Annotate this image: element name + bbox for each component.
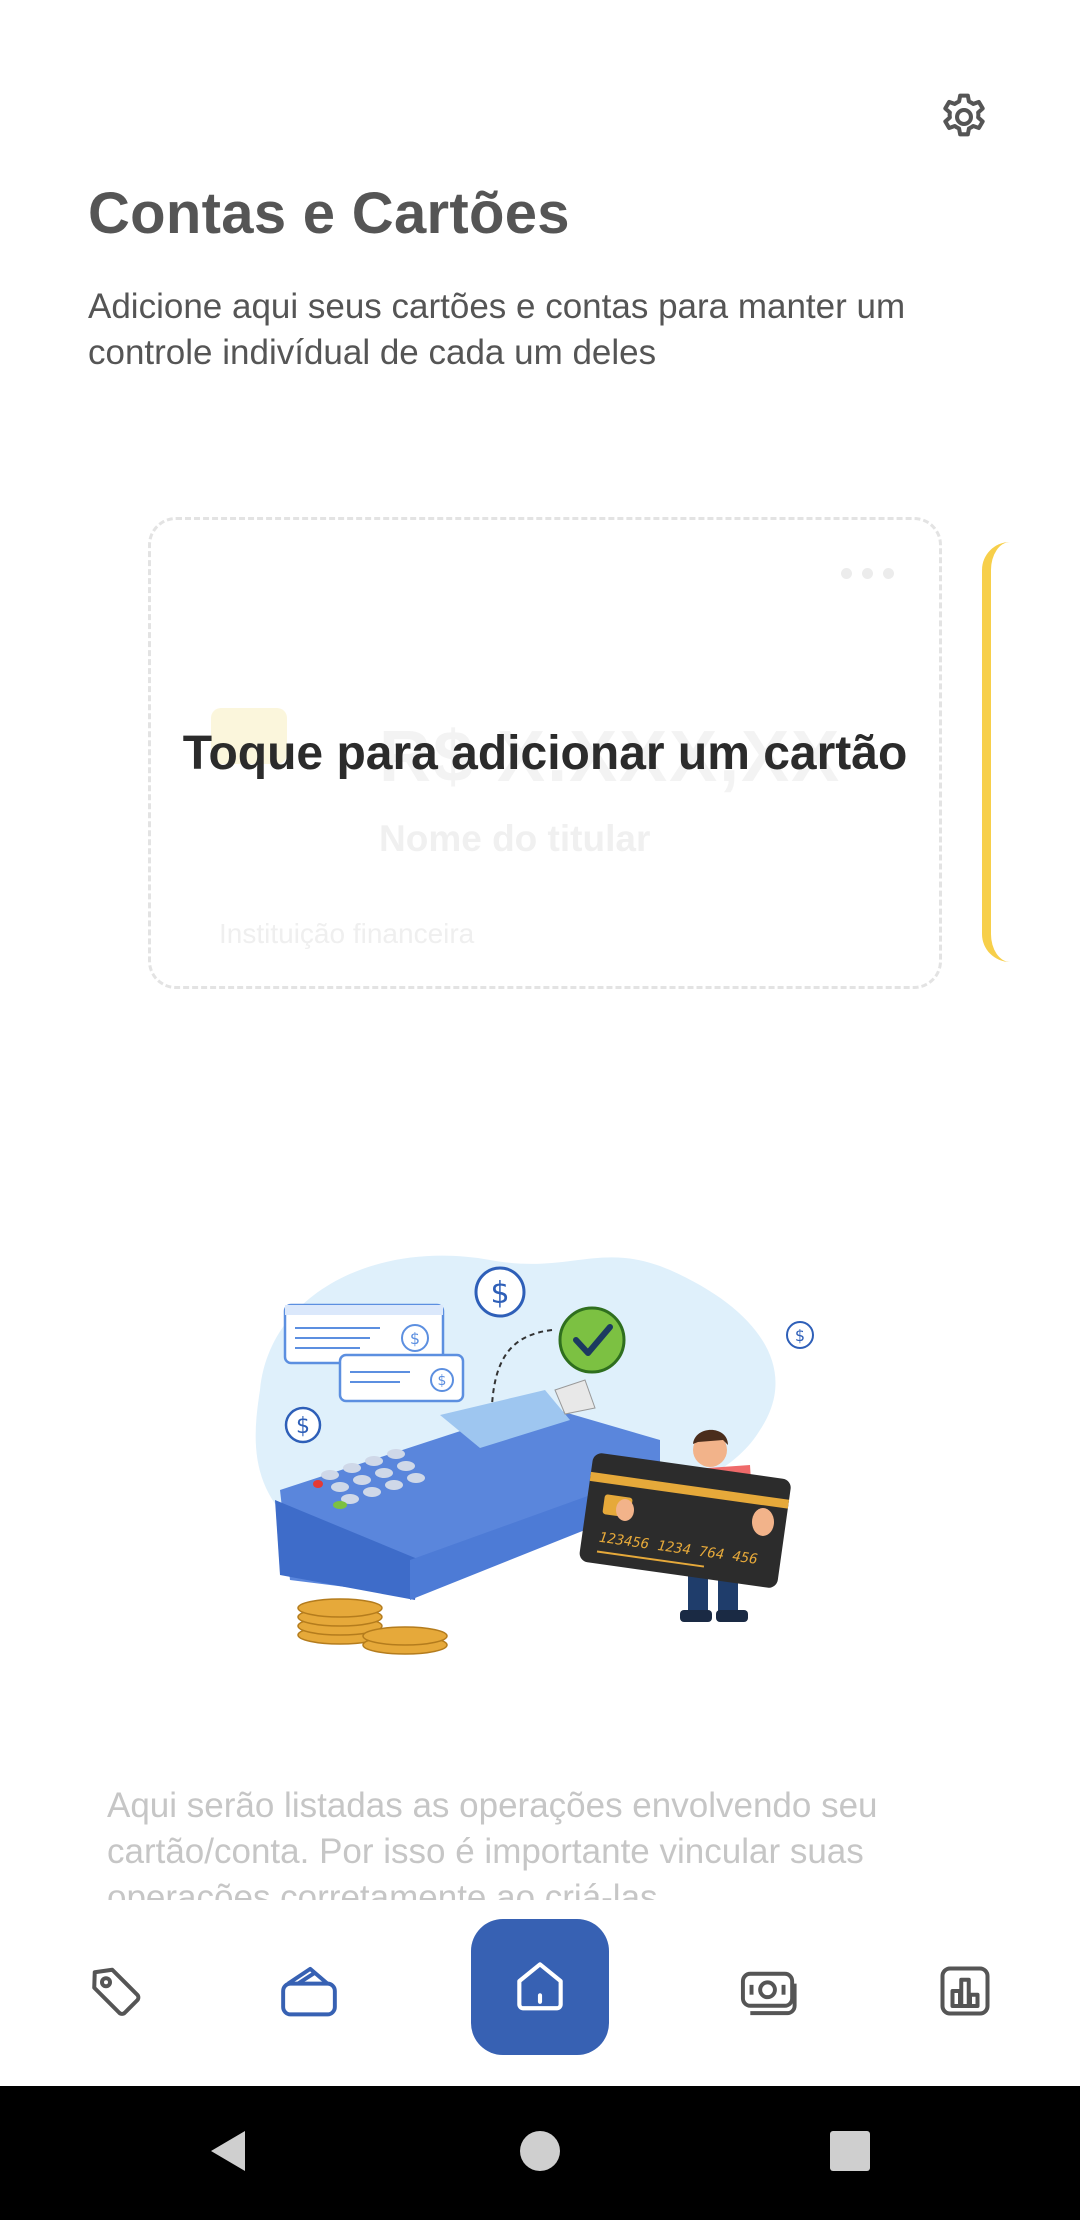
tag-icon xyxy=(86,1961,146,2026)
system-nav-bar xyxy=(0,2086,1080,2220)
svg-text:$: $ xyxy=(490,1276,509,1311)
system-back-button[interactable] xyxy=(182,2108,272,2198)
cash-icon xyxy=(738,1961,802,2026)
recents-square-icon xyxy=(829,2130,871,2177)
home-circle-icon xyxy=(518,2129,562,2178)
more-dots-icon xyxy=(841,568,894,579)
nav-reports[interactable] xyxy=(920,1948,1010,2038)
next-card-peek[interactable] xyxy=(982,542,1012,962)
wallet-icon xyxy=(277,1961,341,2026)
svg-text:$: $ xyxy=(795,1326,805,1345)
system-home-button[interactable] xyxy=(495,2108,585,2198)
card-institution-placeholder: Instituição financeira xyxy=(219,918,475,949)
svg-text:$: $ xyxy=(410,1329,420,1348)
home-icon xyxy=(509,1954,571,2021)
page-subtitle: Adicione aqui seus cartões e contas para… xyxy=(88,287,906,372)
bottom-nav xyxy=(0,1900,1080,2086)
payment-illustration: $ $ $ $ $ 123456 1234 764 456 xyxy=(240,1200,840,1660)
settings-button[interactable] xyxy=(931,86,997,152)
svg-text:$: $ xyxy=(296,1414,310,1439)
add-card-label: Toque para adicionar um cartão xyxy=(182,727,908,780)
bar-chart-icon xyxy=(935,1961,995,2026)
nav-money[interactable] xyxy=(725,1948,815,2038)
page-title: Contas e Cartões xyxy=(88,181,570,246)
nav-tags[interactable] xyxy=(71,1948,161,2038)
nav-wallet[interactable] xyxy=(264,1948,354,2038)
card-holder-placeholder: Nome do titular xyxy=(379,818,651,859)
system-recents-button[interactable] xyxy=(805,2108,895,2198)
nav-home[interactable] xyxy=(471,1919,609,2055)
svg-text:$: $ xyxy=(438,1373,447,1389)
add-card-placeholder[interactable]: R$ X.XXX,XX Nome do titular Instituição … xyxy=(148,517,942,989)
back-triangle-icon xyxy=(205,2127,249,2180)
gear-icon xyxy=(937,90,991,149)
